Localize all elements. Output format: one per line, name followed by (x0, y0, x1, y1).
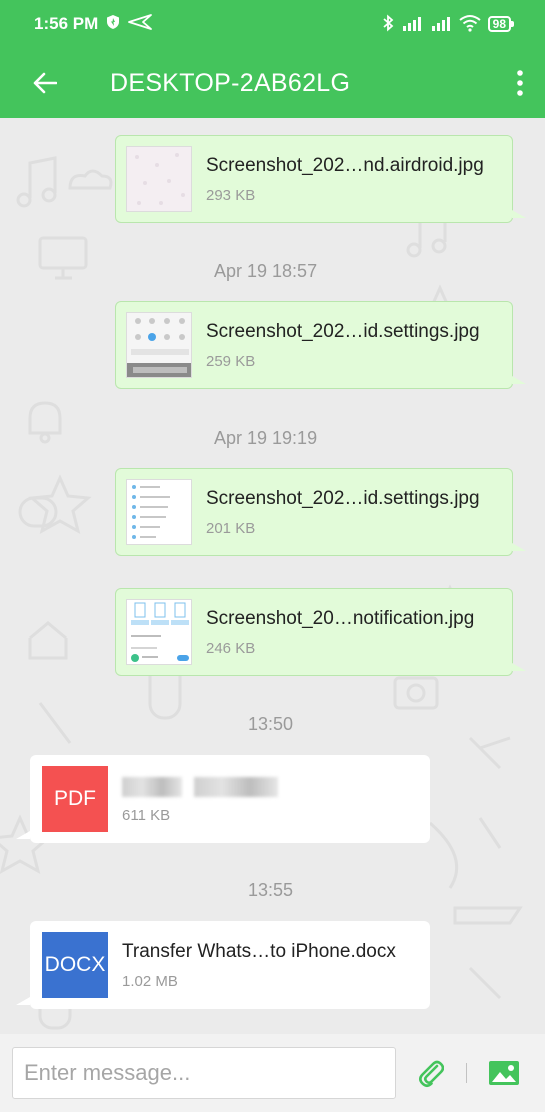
message-bubble[interactable]: DOCX Transfer Whats…to iPhone.docx 1.02 … (16, 921, 430, 1009)
file-size: 1.02 MB (122, 972, 178, 990)
message-input-bar (0, 1034, 545, 1112)
file-size: 201 KB (206, 519, 256, 537)
image-thumbnail (126, 479, 192, 545)
pdf-file-icon: PDF (42, 766, 108, 832)
file-size: 611 KB (122, 806, 171, 824)
bluetooth-icon (382, 14, 394, 35)
message-bubble[interactable]: Screenshot_202…nd.airdroid.jpg 293 KB (115, 135, 526, 223)
paperclip-icon (418, 1060, 444, 1088)
timestamp: Apr 19 19:19 (214, 428, 318, 448)
page-title: DESKTOP-2AB62LG (110, 68, 351, 97)
file-name: Transfer Whats…to iPhone.docx (122, 940, 396, 962)
more-vertical-icon (517, 70, 523, 96)
app-bar: DESKTOP-2AB62LG (0, 48, 545, 118)
back-button[interactable] (0, 48, 90, 118)
send-icon (128, 13, 153, 35)
file-name: Screenshot_20…notification.jpg (206, 607, 475, 629)
battery-icon: 98 (487, 16, 515, 32)
signal-icon (430, 14, 452, 35)
status-time: 1:56 PM (34, 14, 99, 33)
battery-level: 98 (492, 17, 506, 31)
status-bar: 1:56 PM 98 (0, 0, 545, 48)
docx-file-icon: DOCX (42, 932, 108, 998)
file-name-redacted (122, 776, 278, 797)
image-thumbnail (126, 599, 192, 665)
signal-icon (401, 14, 423, 35)
chat-area[interactable]: Screenshot_202…nd.airdroid.jpg 293 KB Ap… (0, 118, 545, 1034)
message-bubble[interactable]: PDF 611 KB (16, 755, 430, 843)
arrow-left-icon (33, 72, 57, 94)
image-thumbnail (126, 312, 192, 378)
timestamp: 13:50 (248, 714, 294, 734)
message-bubble[interactable]: Screenshot_202…id.settings.jpg 201 KB (115, 468, 526, 556)
file-name: Screenshot_202…id.settings.jpg (206, 487, 480, 509)
message-bubble[interactable]: Screenshot_202…id.settings.jpg 259 KB (115, 301, 526, 389)
timestamp: 13:55 (248, 880, 294, 900)
shield-icon (106, 14, 120, 35)
attach-file-button[interactable] (416, 1053, 446, 1093)
more-options-button[interactable] (495, 48, 545, 118)
file-size: 246 KB (206, 639, 256, 657)
file-size: 293 KB (206, 186, 256, 204)
file-name: Screenshot_202…id.settings.jpg (206, 320, 480, 342)
timestamp: Apr 19 18:57 (214, 261, 318, 281)
file-name: Screenshot_202…nd.airdroid.jpg (206, 154, 484, 176)
message-input[interactable] (12, 1047, 396, 1099)
send-image-button[interactable] (487, 1053, 521, 1093)
image-thumbnail (126, 146, 192, 212)
wifi-icon (459, 14, 481, 35)
divider (466, 1063, 467, 1083)
message-bubble[interactable]: Screenshot_20…notification.jpg 246 KB (115, 588, 526, 676)
image-icon (489, 1061, 519, 1085)
file-size: 259 KB (206, 352, 256, 370)
